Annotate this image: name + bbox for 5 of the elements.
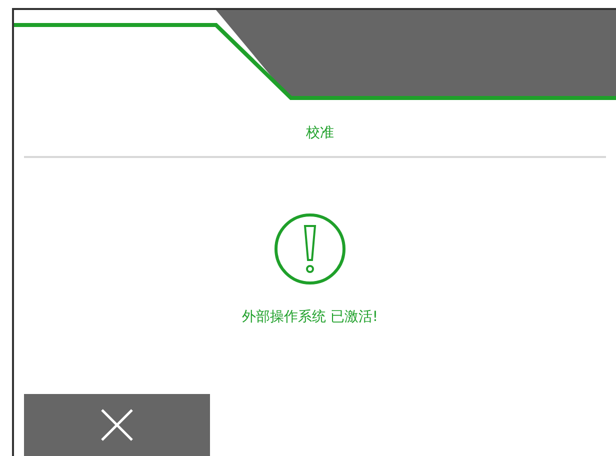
close-icon bbox=[100, 408, 134, 442]
dialog-title: 校准 bbox=[305, 124, 335, 142]
warning-icon bbox=[273, 212, 347, 286]
close-button[interactable] bbox=[24, 394, 210, 456]
status-message: 外部操作系统 已激活! bbox=[240, 308, 380, 326]
